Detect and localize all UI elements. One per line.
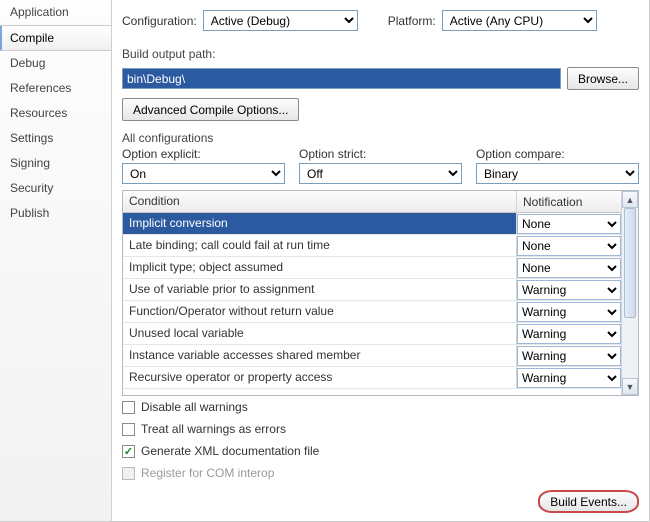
- sidebar-item-settings[interactable]: Settings: [0, 126, 111, 151]
- platform-label: Platform:: [388, 14, 436, 28]
- grid-cell-notification-select[interactable]: Warning: [517, 280, 621, 300]
- grid-cell-condition: Function/Operator without return value: [123, 301, 517, 322]
- disable-all-warnings-checkbox[interactable]: [122, 401, 135, 414]
- sidebar-item-label: Signing: [10, 156, 50, 170]
- sidebar-item-signing[interactable]: Signing: [0, 151, 111, 176]
- sidebar-item-application[interactable]: Application: [0, 0, 111, 25]
- grid-cell-condition: Implicit conversion: [123, 213, 517, 234]
- grid-cell-notification-select[interactable]: None: [517, 258, 621, 278]
- grid-scrollbar[interactable]: ▲ ▼: [621, 191, 638, 395]
- sidebar-item-references[interactable]: References: [0, 76, 111, 101]
- register-com-interop-label: Register for COM interop: [141, 466, 274, 480]
- grid-row[interactable]: Implicit conversion None: [123, 213, 621, 235]
- platform-select[interactable]: Active (Any CPU): [442, 10, 597, 31]
- configuration-label: Configuration:: [122, 14, 197, 28]
- sidebar-item-label: Security: [10, 181, 53, 195]
- grid-cell-notification-select[interactable]: Warning: [517, 346, 621, 366]
- generate-xml-doc-checkbox[interactable]: ✓: [122, 445, 135, 458]
- option-compare-label: Option compare:: [476, 147, 639, 161]
- grid-cell-condition: Implicit type; object assumed: [123, 257, 517, 278]
- sidebar-item-debug[interactable]: Debug: [0, 51, 111, 76]
- sidebar-item-label: Resources: [10, 106, 67, 120]
- sidebar-item-label: Debug: [10, 56, 45, 70]
- option-strict-label: Option strict:: [299, 147, 462, 161]
- sidebar-item-label: Application: [10, 5, 69, 19]
- sidebar-item-resources[interactable]: Resources: [0, 101, 111, 126]
- option-compare-select[interactable]: Binary: [476, 163, 639, 184]
- grid-body: Implicit conversion None Late binding; c…: [123, 213, 621, 389]
- grid-cell-notification-select[interactable]: None: [517, 214, 621, 234]
- option-explicit-select[interactable]: On: [122, 163, 285, 184]
- advanced-compile-options-button[interactable]: Advanced Compile Options...: [122, 98, 299, 121]
- sidebar-item-label: References: [10, 81, 71, 95]
- generate-xml-doc-label: Generate XML documentation file: [141, 444, 319, 458]
- option-explicit-label: Option explicit:: [122, 147, 285, 161]
- grid-row[interactable]: Instance variable accesses shared member…: [123, 345, 621, 367]
- scroll-up-icon[interactable]: ▲: [622, 191, 638, 208]
- compile-panel: Configuration: Active (Debug) Platform: …: [112, 0, 649, 521]
- grid-row[interactable]: Implicit type; object assumed None: [123, 257, 621, 279]
- configuration-select[interactable]: Active (Debug): [203, 10, 358, 31]
- grid-row[interactable]: Recursive operator or property access Wa…: [123, 367, 621, 389]
- treat-warnings-as-errors-checkbox[interactable]: [122, 423, 135, 436]
- grid-row[interactable]: Use of variable prior to assignment Warn…: [123, 279, 621, 301]
- grid-row[interactable]: Unused local variable Warning: [123, 323, 621, 345]
- grid-cell-notification-select[interactable]: None: [517, 236, 621, 256]
- register-com-interop-checkbox: [122, 467, 135, 480]
- all-configurations-label: All configurations: [122, 131, 639, 145]
- build-output-path-label: Build output path:: [122, 47, 639, 61]
- sidebar-item-label: Settings: [10, 131, 53, 145]
- grid-header-condition[interactable]: Condition: [123, 191, 517, 212]
- sidebar-nav: Application Compile Debug References Res…: [0, 0, 112, 521]
- treat-warnings-as-errors-label: Treat all warnings as errors: [141, 422, 286, 436]
- build-events-button[interactable]: Build Events...: [538, 490, 639, 513]
- grid-row[interactable]: Late binding; call could fail at run tim…: [123, 235, 621, 257]
- option-strict-select[interactable]: Off: [299, 163, 462, 184]
- build-output-path-input[interactable]: [122, 68, 561, 89]
- scroll-down-icon[interactable]: ▼: [622, 378, 638, 395]
- disable-all-warnings-label: Disable all warnings: [141, 400, 248, 414]
- grid-cell-condition: Instance variable accesses shared member: [123, 345, 517, 366]
- grid-row[interactable]: Function/Operator without return value W…: [123, 301, 621, 323]
- warnings-grid: Condition Notification Implicit conversi…: [122, 190, 639, 396]
- grid-cell-notification-select[interactable]: Warning: [517, 368, 621, 388]
- grid-cell-condition: Late binding; call could fail at run tim…: [123, 235, 517, 256]
- grid-cell-notification-select[interactable]: Warning: [517, 302, 621, 322]
- scroll-thumb[interactable]: [624, 208, 636, 318]
- sidebar-item-security[interactable]: Security: [0, 176, 111, 201]
- sidebar-item-label: Compile: [10, 31, 54, 45]
- grid-cell-condition: Unused local variable: [123, 323, 517, 344]
- grid-cell-condition: Use of variable prior to assignment: [123, 279, 517, 300]
- grid-header-notification[interactable]: Notification: [517, 191, 621, 212]
- sidebar-item-label: Publish: [10, 206, 49, 220]
- grid-cell-condition: Recursive operator or property access: [123, 367, 517, 388]
- sidebar-item-publish[interactable]: Publish: [0, 201, 111, 226]
- browse-button[interactable]: Browse...: [567, 67, 639, 90]
- grid-cell-notification-select[interactable]: Warning: [517, 324, 621, 344]
- sidebar-item-compile[interactable]: Compile: [0, 25, 111, 51]
